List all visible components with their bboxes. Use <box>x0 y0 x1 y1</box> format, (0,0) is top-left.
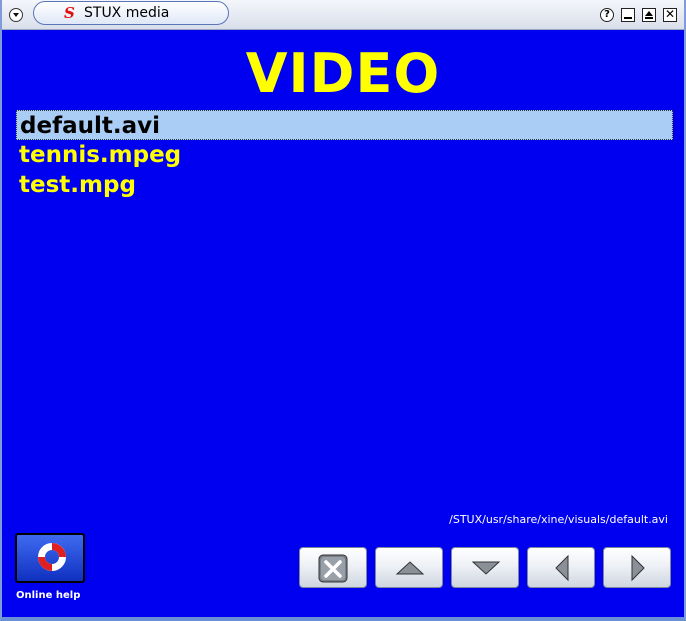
left-button[interactable] <box>527 547 595 588</box>
help-icon[interactable]: ? <box>600 8 614 22</box>
file-item-tennis-mpeg[interactable]: tennis.mpeg <box>16 140 673 170</box>
online-help-button[interactable] <box>15 533 85 583</box>
arrow-down-icon <box>471 561 501 575</box>
title-pill: S STUX media <box>33 1 229 25</box>
close-window-icon[interactable]: ✕ <box>663 8 677 22</box>
arrow-left-icon <box>555 554 569 582</box>
arrow-up-icon <box>395 561 425 575</box>
title-bar[interactable]: S STUX media ? ✕ <box>2 0 684 30</box>
file-item-default-avi[interactable]: default.avi <box>16 110 673 140</box>
arrow-right-icon <box>631 554 645 582</box>
current-path: /STUX/usr/share/xine/visuals/default.avi <box>449 513 668 526</box>
online-help-label: Online help <box>16 590 81 601</box>
media-window: S STUX media ? ✕ VIDEO default.avi tenni… <box>0 0 686 621</box>
file-item-test-mpg[interactable]: test.mpg <box>16 170 673 200</box>
close-icon <box>318 554 348 583</box>
window-title: STUX media <box>84 5 170 21</box>
right-button[interactable] <box>603 547 671 588</box>
maximize-icon[interactable] <box>642 8 656 22</box>
lifebuoy-icon <box>38 543 66 571</box>
down-button[interactable] <box>451 547 519 588</box>
close-button[interactable] <box>299 547 367 588</box>
window-menu-icon[interactable] <box>9 8 23 22</box>
stux-logo-icon: S <box>64 4 75 22</box>
up-button[interactable] <box>375 547 443 588</box>
page-title: VIDEO <box>245 42 441 105</box>
file-list: default.avi tennis.mpeg test.mpg <box>16 110 673 200</box>
minimize-icon[interactable] <box>621 8 635 22</box>
